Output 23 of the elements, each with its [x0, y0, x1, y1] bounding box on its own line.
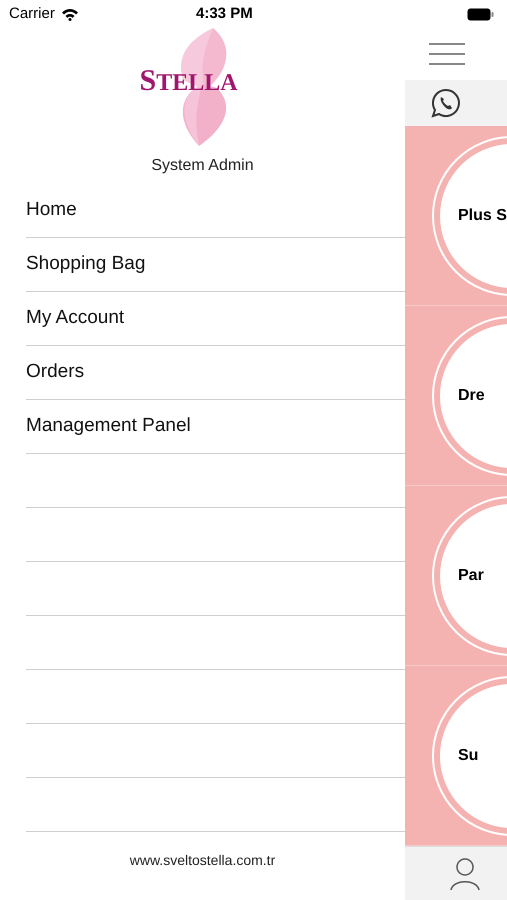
category-label: Su	[458, 746, 478, 766]
category-tile[interactable]: Dre	[405, 306, 507, 486]
clock-time: 4:33 PM	[196, 4, 253, 24]
menu-item[interactable]: Shopping Bag	[26, 250, 146, 279]
category-tile[interactable]: Plus S	[405, 126, 507, 306]
user-name: System Admin	[151, 156, 254, 176]
menu-icon[interactable]	[429, 42, 465, 66]
category-label: Par	[458, 566, 484, 586]
website-link[interactable]: www.sveltostella.com.tr	[130, 850, 276, 871]
category-label: Dre	[458, 386, 485, 406]
wifi-icon	[60, 8, 79, 20]
carrier-label: Carrier	[9, 4, 55, 24]
brand-logo-text: STELLA	[140, 66, 238, 96]
menu-item[interactable]: My Account	[26, 304, 124, 333]
menu-item[interactable]: Management Panel	[26, 412, 191, 441]
menu-item[interactable]: Orders	[26, 358, 84, 387]
category-label: Plus S	[458, 206, 507, 226]
menu-item[interactable]: Home	[26, 196, 77, 225]
category-tile[interactable]: Su	[405, 666, 507, 846]
user-icon[interactable]	[449, 856, 481, 890]
whatsapp-icon[interactable]	[431, 88, 461, 118]
battery-icon	[467, 8, 494, 20]
category-tile[interactable]: Par	[405, 486, 507, 666]
